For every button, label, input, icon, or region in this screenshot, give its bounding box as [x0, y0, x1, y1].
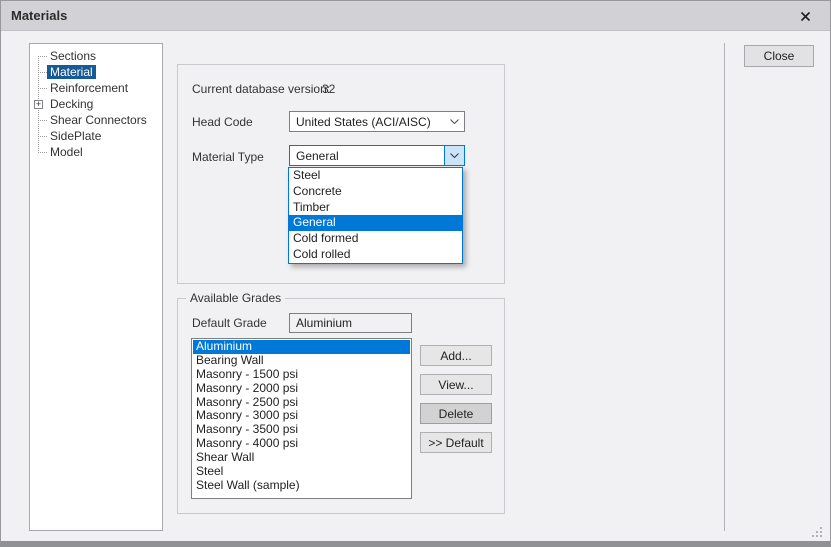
- grade-list-item[interactable]: Steel Wall (sample): [193, 479, 410, 493]
- default-grade-field[interactable]: [289, 313, 412, 333]
- material-type-label: Material Type: [192, 150, 264, 164]
- grade-list-item[interactable]: Masonry - 1500 psi: [193, 368, 410, 382]
- grade-action-button[interactable]: View...: [420, 374, 492, 395]
- vertical-divider: [724, 43, 725, 531]
- tree-item[interactable]: + Shear Connectors: [30, 112, 162, 128]
- dropdown-option[interactable]: General: [289, 215, 462, 231]
- grade-list-item[interactable]: Steel: [193, 465, 410, 479]
- grades-listbox: AluminiumBearing WallMasonry - 1500 psiM…: [191, 338, 412, 499]
- grade-list-item[interactable]: Masonry - 3000 psi: [193, 409, 410, 423]
- grade-buttons: Add... View... Delete >> Default: [420, 345, 492, 453]
- chevron-down-icon: [444, 112, 464, 131]
- grade-list-item[interactable]: Masonry - 2500 psi: [193, 396, 410, 410]
- chevron-down-icon: [444, 146, 464, 165]
- material-type-value: General: [290, 149, 444, 163]
- dialog-title: Materials: [11, 8, 67, 23]
- grade-action-button[interactable]: >> Default: [420, 432, 492, 453]
- material-type-dropdown: SteelConcreteTimberGeneralCold formedCol…: [288, 167, 463, 264]
- close-icon[interactable]: [798, 9, 812, 23]
- tree-item-label: SidePlate: [47, 129, 104, 143]
- dropdown-option[interactable]: Cold formed: [289, 231, 462, 247]
- tree-branch-icon: [38, 72, 47, 73]
- grade-list-item[interactable]: Masonry - 2000 psi: [193, 382, 410, 396]
- tree-item[interactable]: + Decking: [30, 96, 162, 112]
- tree-branch-icon: [38, 88, 47, 89]
- grade-action-button[interactable]: Delete: [420, 403, 492, 424]
- close-button[interactable]: Close: [744, 45, 814, 67]
- tree-item-label: Model: [47, 145, 86, 159]
- tree-item-label: Reinforcement: [47, 81, 131, 95]
- grade-list-item[interactable]: Masonry - 3500 psi: [193, 423, 410, 437]
- tree-item[interactable]: + Sections: [30, 48, 162, 64]
- dropdown-option[interactable]: Concrete: [289, 184, 462, 200]
- dropdown-option[interactable]: Timber: [289, 200, 462, 216]
- db-version-label: Current database version:: [192, 82, 330, 96]
- db-version-value: 32: [322, 82, 335, 96]
- grade-action-button[interactable]: Add...: [420, 345, 492, 366]
- tree-branch-icon: [38, 120, 47, 121]
- head-code-select[interactable]: United States (ACI/AISC): [289, 111, 465, 132]
- tree-item[interactable]: + Model: [30, 144, 162, 160]
- head-code-value: United States (ACI/AISC): [290, 115, 444, 129]
- resize-grip-icon[interactable]: [812, 525, 823, 536]
- available-grades-legend: Available Grades: [186, 291, 285, 305]
- expand-plus-icon[interactable]: +: [34, 100, 43, 109]
- tree-item[interactable]: + SidePlate: [30, 128, 162, 144]
- title-bar: Materials: [1, 1, 830, 31]
- tree-item-label: Shear Connectors: [47, 113, 150, 127]
- tree-branch-icon: [38, 136, 47, 137]
- grade-list-item[interactable]: Bearing Wall: [193, 354, 410, 368]
- grade-list-item[interactable]: Masonry - 4000 psi: [193, 437, 410, 451]
- available-grades-group: Available Grades Default Grade Aluminium…: [177, 298, 505, 514]
- default-grade-label: Default Grade: [192, 316, 267, 330]
- materials-dialog: Materials + Sections + Material +: [0, 0, 831, 547]
- dropdown-option[interactable]: Steel: [289, 168, 462, 184]
- dropdown-option[interactable]: Cold rolled: [289, 247, 462, 263]
- grade-list-item[interactable]: Shear Wall: [193, 451, 410, 465]
- grade-list-item[interactable]: Aluminium: [193, 340, 410, 354]
- category-tree: + Sections + Material + Reinforcement + …: [29, 43, 163, 531]
- tree-item-label: Material: [47, 65, 96, 79]
- tree-item[interactable]: + Reinforcement: [30, 80, 162, 96]
- material-type-select[interactable]: General: [289, 145, 465, 166]
- head-code-label: Head Code: [192, 115, 253, 129]
- tree-item-label: Sections: [47, 49, 99, 63]
- tree-item[interactable]: + Material: [30, 64, 162, 80]
- tree-branch-icon: [38, 152, 47, 153]
- tree-branch-icon: [38, 56, 47, 57]
- tree-item-label: Decking: [47, 97, 96, 111]
